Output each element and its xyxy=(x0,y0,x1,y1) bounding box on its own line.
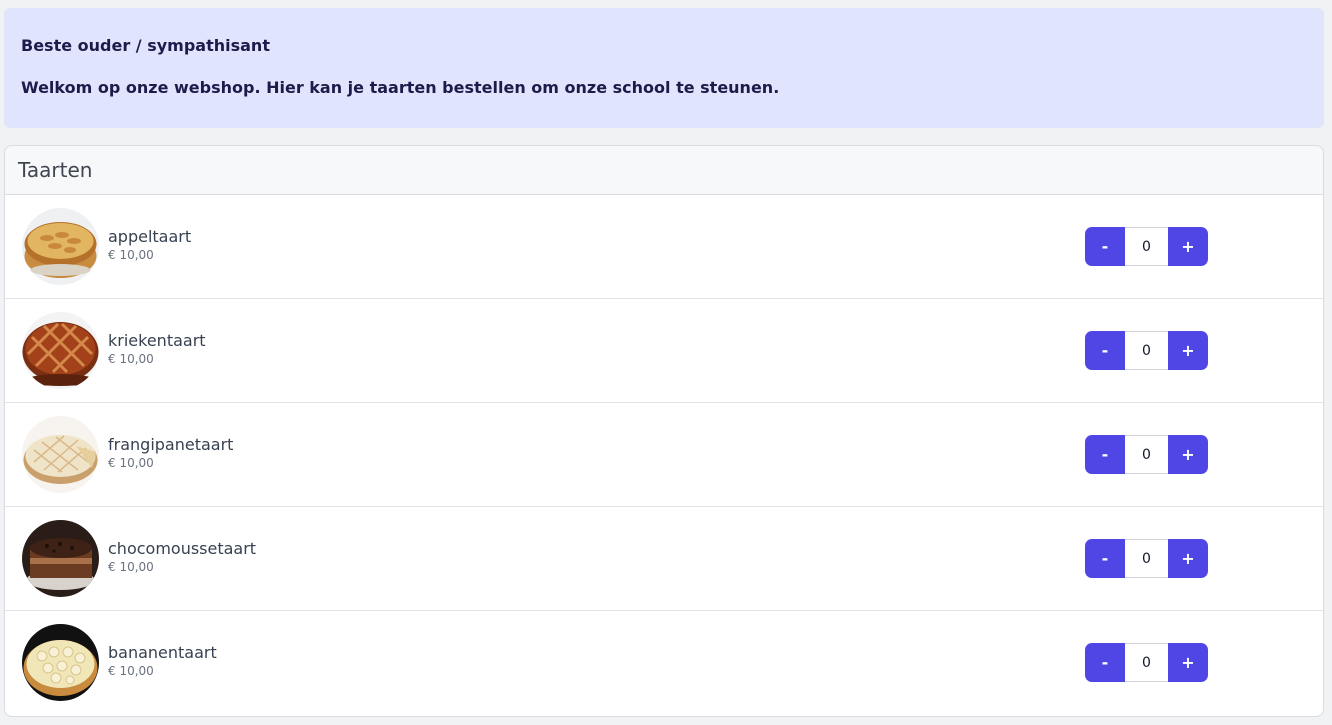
decrease-button[interactable]: - xyxy=(1085,227,1125,266)
quantity-stepper: - + xyxy=(1085,643,1208,682)
welcome-banner: Beste ouder / sympathisant Welkom op onz… xyxy=(4,8,1324,128)
apple-pie-image xyxy=(22,208,99,285)
product-price: € 10,00 xyxy=(108,560,154,574)
quantity-input[interactable] xyxy=(1125,331,1168,370)
product-price: € 10,00 xyxy=(108,456,154,470)
product-name: chocomoussetaart xyxy=(108,539,257,558)
product-price: € 10,00 xyxy=(108,664,154,678)
decrease-button[interactable]: - xyxy=(1085,643,1125,682)
quantity-stepper: - + xyxy=(1085,539,1208,578)
product-name: frangipanetaart xyxy=(108,435,234,454)
product-row-appeltaart: appeltaart € 10,00 - + xyxy=(5,195,1323,299)
quantity-stepper: - + xyxy=(1085,331,1208,370)
increase-button[interactable]: + xyxy=(1168,227,1208,266)
increase-button[interactable]: + xyxy=(1168,435,1208,474)
banana-pie-image xyxy=(22,624,99,701)
welcome-text: Welkom op onze webshop. Hier kan je taar… xyxy=(21,78,780,97)
product-row-bananentaart: bananentaart € 10,00 - + xyxy=(5,611,1323,715)
product-price: € 10,00 xyxy=(108,248,154,262)
product-name: kriekentaart xyxy=(108,331,206,350)
product-row-frangipanetaart: frangipanetaart € 10,00 - + xyxy=(5,403,1323,507)
cherry-pie-image xyxy=(22,312,99,389)
increase-button[interactable]: + xyxy=(1168,539,1208,578)
products-card: Taarten appeltaart € 10,00 - 0 + krieken… xyxy=(4,145,1324,717)
product-row-kriekentaart: kriekentaart € 10,00 - + xyxy=(5,299,1323,403)
quantity-input[interactable] xyxy=(1125,539,1168,578)
quantity-input[interactable] xyxy=(1125,643,1168,682)
product-name: appeltaart xyxy=(108,227,192,246)
section-title: Taarten xyxy=(5,146,1323,195)
greeting-text: Beste ouder / sympathisant xyxy=(21,36,270,55)
product-row-chocomoussetaart: chocomoussetaart € 10,00 - + xyxy=(5,507,1323,611)
decrease-button[interactable]: - xyxy=(1085,435,1125,474)
chocolate-mousse-cake-image xyxy=(22,520,99,597)
decrease-button[interactable]: - xyxy=(1085,331,1125,370)
quantity-input[interactable] xyxy=(1125,435,1168,474)
quantity-input[interactable] xyxy=(1125,227,1168,266)
increase-button[interactable]: + xyxy=(1168,643,1208,682)
product-price: € 10,00 xyxy=(108,352,154,366)
product-name: bananentaart xyxy=(108,643,217,662)
decrease-button[interactable]: - xyxy=(1085,539,1125,578)
quantity-stepper: - + xyxy=(1085,227,1208,266)
frangipane-pie-image xyxy=(22,416,99,493)
increase-button[interactable]: + xyxy=(1168,331,1208,370)
quantity-stepper: - + xyxy=(1085,435,1208,474)
